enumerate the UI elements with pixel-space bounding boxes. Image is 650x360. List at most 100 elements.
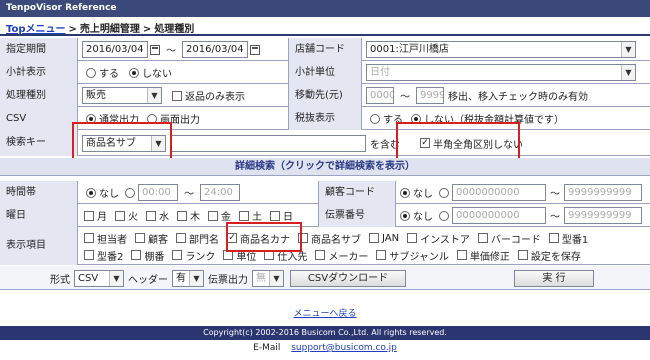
date-from-input[interactable]: 2016/03/04	[82, 41, 148, 58]
weekday-checkbox[interactable]	[177, 210, 187, 221]
store-code-value: 0001:江戸川橋店	[370, 44, 449, 55]
header-value: 有	[176, 272, 186, 284]
customer-range-radio[interactable]	[439, 187, 449, 198]
display-item-label: 型番2	[97, 251, 124, 263]
customer-none-radio[interactable]	[400, 187, 410, 198]
process-type-select[interactable]: 販売 ▼	[82, 87, 162, 104]
time-none-radio[interactable]	[86, 187, 96, 198]
header-select[interactable]: 有 ▼	[172, 269, 204, 287]
csv-label: CSV	[0, 107, 78, 130]
subtotal-unit-value: 日付	[370, 67, 390, 78]
calendar-icon[interactable]	[250, 44, 260, 55]
weekday-checkbox[interactable]	[208, 210, 218, 221]
display-item-checkbox[interactable]	[456, 250, 467, 260]
display-item-checkbox[interactable]	[172, 250, 183, 260]
time-none-label: なし	[99, 189, 119, 200]
subtotal-row: 小計表示 する しない 小計単位 日付 ▼	[0, 61, 650, 84]
display-item-label: サブジャンル	[389, 251, 449, 263]
weekday-label: 月	[97, 212, 107, 223]
customer-code-label: 顧客コード	[318, 181, 396, 204]
tax-yes-radio[interactable]	[370, 113, 380, 124]
customer-to-input[interactable]: 9999999999	[564, 184, 642, 201]
weekday-checkbox[interactable]	[239, 210, 249, 221]
time-to-input[interactable]: 24:00	[200, 184, 240, 201]
range-tilde: 〜	[400, 92, 410, 103]
weekday-checkbox[interactable]	[270, 210, 280, 221]
highlight-box-item-kana	[226, 222, 302, 252]
range-tilde: 〜	[550, 212, 560, 223]
slip-output-select[interactable]: 無 ▼	[252, 269, 284, 287]
breadcrumb: Topメニュー > 売上明細管理 > 処理種別	[6, 20, 194, 35]
return-only-label: 返品のみ表示	[185, 92, 245, 103]
execute-button[interactable]: 実 行	[514, 269, 594, 287]
weekday-label: 曜日	[0, 204, 78, 227]
customer-none-label: なし	[413, 189, 433, 200]
weekday-label: 木	[190, 212, 200, 223]
display-items-label: 表示項目	[0, 227, 78, 265]
calendar-icon[interactable]	[150, 44, 160, 55]
display-item-checkbox[interactable]	[477, 233, 488, 243]
display-item-checkbox[interactable]	[131, 250, 142, 260]
display-item-checkbox[interactable]	[548, 233, 559, 243]
chevron-down-icon: ▼	[269, 270, 283, 286]
time-range-radio[interactable]	[125, 187, 135, 198]
display-item-checkbox[interactable]	[135, 233, 145, 243]
move-to-input[interactable]: 9999	[416, 87, 444, 104]
slip-none-radio[interactable]	[400, 210, 410, 221]
weekday-checkbox[interactable]	[146, 210, 156, 221]
range-tilde: 〜	[166, 46, 176, 57]
display-item-label: 部門名	[189, 234, 219, 246]
slip-range-radio[interactable]	[439, 210, 449, 221]
display-item-checkbox[interactable]	[315, 250, 326, 260]
weekday-label: 水	[159, 212, 169, 223]
weekday-checkbox[interactable]	[84, 210, 94, 221]
format-select[interactable]: CSV ▼	[74, 269, 124, 287]
display-item-label: ランク	[185, 251, 216, 263]
time-from-input[interactable]: 00:00	[138, 184, 178, 201]
display-item-checkbox[interactable]	[369, 233, 379, 243]
display-item-checkbox[interactable]	[517, 250, 528, 260]
slip-number-label: 伝票番号	[318, 204, 396, 227]
display-item-checkbox[interactable]	[407, 233, 418, 243]
weekday-checkbox[interactable]	[115, 210, 125, 221]
display-item-checkbox[interactable]	[84, 233, 94, 243]
back-to-menu-link[interactable]: メニューへ戻る	[293, 309, 356, 319]
display-item-label: 顧客	[148, 234, 168, 246]
search-keyword-input[interactable]	[170, 134, 366, 152]
app-title: TenpoVisor Reference	[0, 0, 650, 17]
email-link[interactable]: support@busicom.co.jp	[291, 343, 397, 353]
format-value: CSV	[78, 272, 99, 284]
display-item-checkbox[interactable]	[376, 250, 387, 260]
display-item-label: 設定を保存	[530, 251, 581, 263]
weekday-label: 土	[252, 212, 262, 223]
time-row: 時間帯 なし 00:00 〜 24:00 顧客コード なし 0000000000…	[0, 181, 650, 204]
subtotal-unit-select[interactable]: 日付 ▼	[366, 64, 636, 81]
display-item-label: 商品名サブ	[311, 234, 361, 246]
subtotal-no-label: しない	[142, 69, 172, 80]
subtotal-yes-radio[interactable]	[86, 67, 96, 78]
csv-download-button[interactable]: CSVダウンロード	[290, 269, 406, 287]
move-dest-label: 移動先(元)	[288, 84, 362, 107]
chevron-down-icon: ▼	[147, 88, 161, 103]
slip-from-input[interactable]: 0000000000	[452, 207, 546, 224]
detail-search-toggle[interactable]: 詳細検索（クリックで詳細検索を表示）	[0, 158, 650, 176]
date-to-input[interactable]: 2016/03/04	[182, 41, 248, 58]
tax-label: 税抜表示	[288, 107, 362, 130]
move-from-input[interactable]: 0000	[366, 87, 394, 104]
subtotal-no-radio[interactable]	[129, 67, 139, 78]
display-item-label: JAN	[382, 232, 400, 244]
time-label: 時間帯	[0, 181, 78, 204]
slip-output-value: 無	[256, 272, 266, 284]
display-item-label: 棚番	[144, 251, 165, 263]
customer-from-input[interactable]: 0000000000	[452, 184, 546, 201]
return-only-checkbox[interactable]	[172, 90, 182, 101]
display-item-label: インストア	[420, 234, 470, 246]
store-code-select[interactable]: 0001:江戸川橋店 ▼	[366, 41, 636, 58]
copyright-bar: Copyright(c) 2002-2016 Busicom Co.,Ltd. …	[0, 326, 650, 340]
display-item-checkbox[interactable]	[176, 233, 186, 243]
slip-to-input[interactable]: 9999999999	[564, 207, 642, 224]
chevron-down-icon: ▼	[621, 42, 635, 57]
display-item-checkbox[interactable]	[84, 250, 94, 260]
search-key-label: 検索キー	[0, 130, 78, 156]
weekday-label: 日	[283, 212, 293, 223]
